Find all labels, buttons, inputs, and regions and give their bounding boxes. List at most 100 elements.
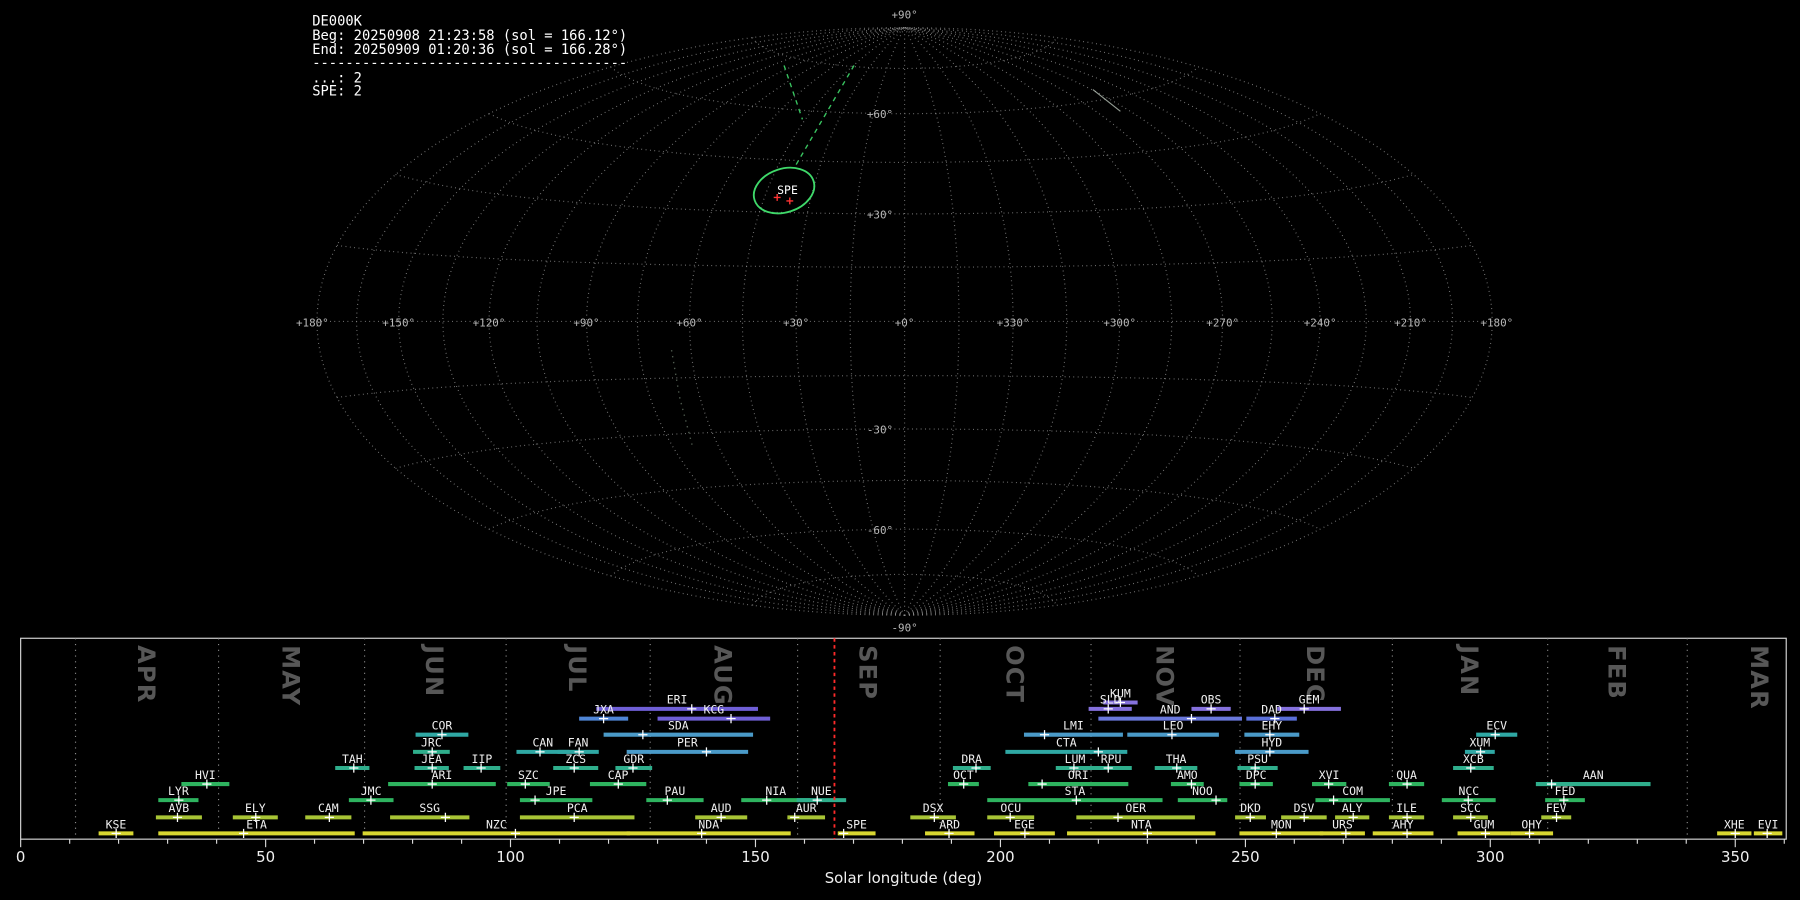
ecliptic-latitude-label: +30°	[867, 208, 893, 221]
spe-meteor-trail	[793, 65, 855, 168]
shower-code-label: XUM	[1469, 736, 1490, 750]
axis-tick-label: 100	[496, 848, 524, 866]
axis-tick-label: 50	[256, 848, 275, 866]
shower-code-label: KCG	[703, 702, 724, 716]
meteor-trails	[670, 65, 1121, 446]
graticule-parallel	[751, 573, 1058, 606]
shower-code-label: URS	[1332, 817, 1353, 831]
shower-code-label: THA	[1166, 752, 1187, 766]
shower-code-label: COR	[432, 719, 453, 733]
shower-code-label: XVI	[1319, 768, 1340, 782]
shower-peak-mark	[701, 747, 712, 757]
shower-code-label: OHY	[1521, 817, 1542, 831]
ecliptic-longitude-label: +0°	[895, 317, 915, 330]
axis-tick-label: 300	[1476, 848, 1504, 866]
shower-code-label: QUA	[1396, 768, 1417, 782]
shower-code-label: HVI	[195, 768, 216, 782]
shower-code-label: CAP	[608, 768, 629, 782]
shower-code-label: FAN	[568, 736, 589, 750]
shower-code-label: OCU	[1000, 801, 1021, 815]
ecliptic-longitude-label: +300°	[1103, 317, 1136, 330]
shower-peak-mark	[1186, 714, 1197, 724]
shower-code-label: PSU	[1247, 752, 1268, 766]
ecliptic-longitude-label: +270°	[1206, 317, 1239, 330]
month-label: JUL	[563, 643, 591, 692]
shower-code-label: ECV	[1486, 719, 1507, 733]
shower-code-label: DSX	[923, 801, 944, 815]
ecliptic-longitude-label: +150°	[382, 317, 415, 330]
shower-code-label: SCC	[1460, 801, 1481, 815]
shower-code-label: NTA	[1131, 817, 1152, 831]
graticule-meridian	[904, 26, 1454, 616]
shower-code-label: CAN	[533, 736, 554, 750]
axis-tick-label: 200	[986, 848, 1014, 866]
shower-code-label: DSV	[1294, 801, 1315, 815]
shower-code-label: FEV	[1546, 801, 1567, 815]
shower-code-label: DPC	[1246, 768, 1267, 782]
shower-code-label: SLD	[1100, 693, 1121, 707]
shower-code-label: JRC	[421, 736, 442, 750]
graticule-parallel	[488, 113, 1321, 164]
shower-code-label: ARI	[432, 768, 453, 782]
shower-code-label: ETA	[246, 817, 267, 831]
shower-code-label: COM	[1342, 784, 1363, 798]
shower-code-label: OCT	[953, 768, 974, 782]
ecliptic-latitude-label: -30°	[867, 424, 893, 437]
spe-meteor-trail	[783, 65, 804, 120]
shower-code-label: GEM	[1299, 693, 1320, 707]
shower-code-label: LEO	[1163, 719, 1184, 733]
graticule-meridian	[442, 26, 905, 616]
axis-tick-label: 250	[1231, 848, 1259, 866]
graticule-parallel	[395, 173, 1414, 215]
shower-code-label: CTA	[1056, 736, 1077, 750]
month-label: OCT	[1000, 645, 1028, 703]
ecliptic-latitude-label: +60°	[867, 108, 893, 121]
radiant-meteor-mark	[786, 197, 794, 205]
shower-peak-mark	[1037, 779, 1047, 789]
month-label: AUG	[709, 645, 737, 706]
month-label: MAY	[276, 645, 304, 706]
shower-code-label: NIA	[765, 784, 786, 798]
shower-peak-mark	[530, 795, 540, 805]
spe-radiant-group: SPE	[752, 166, 816, 215]
ecliptic-longitude-label: +60°	[676, 317, 702, 330]
ecliptic-latitude-label: -60°	[867, 524, 893, 537]
shower-code-label: DAD	[1261, 702, 1282, 716]
spe-count: SPE: 2	[312, 83, 362, 99]
shower-code-label: MON	[1271, 817, 1292, 831]
shower-code-label: JMC	[361, 784, 382, 798]
shower-code-label: KSE	[106, 817, 127, 831]
shower-peak-mark	[726, 714, 736, 724]
sky-and-timeline-canvas: +180° +150° +120° +90° +60° +30° +0° +330° +300°…	[16, 8, 1787, 887]
radiant-code-label: SPE	[777, 183, 798, 197]
shower-code-label: NCC	[1458, 784, 1479, 798]
shower-code-label: IIP	[472, 752, 493, 766]
month-label: JAN	[1455, 643, 1483, 696]
month-label: APR	[132, 645, 160, 703]
shower-peak-mark	[510, 828, 521, 839]
ecliptic-longitude-label: +180°	[1480, 317, 1513, 330]
info-separator: --------------------------------------	[312, 56, 627, 72]
shower-code-label: OBS	[1201, 693, 1222, 707]
shower-peak-mark	[440, 812, 451, 822]
radiant-map-app: +180° +150° +120° +90° +60° +30° +0° +330° +300°…	[0, 0, 1800, 900]
shower-code-label: ARD	[939, 817, 960, 831]
shower-code-label: EHY	[1261, 719, 1282, 733]
axis-tick-label: 150	[741, 848, 769, 866]
ecliptic-longitude-label: +210°	[1394, 317, 1427, 330]
shower-code-label: HYD	[1261, 736, 1282, 750]
month-label: JUN	[420, 643, 448, 697]
shower-code-label: LMI	[1063, 719, 1084, 733]
shower-code-label: SSG	[419, 801, 440, 815]
shower-code-label: CAM	[318, 801, 339, 815]
shower-activity-timeline: APR MAY JUN JUL AUG SEP OCT NOV DEC JAN FEB MAR0 50 1…	[16, 637, 1787, 887]
shower-code-label: AUD	[711, 801, 732, 815]
shower-peak-mark	[1113, 812, 1123, 822]
north-pole-label: +90°	[891, 8, 917, 21]
south-pole-label: -90°	[891, 621, 917, 634]
shower-peak-mark	[1328, 795, 1339, 805]
shower-code-label: STA	[1065, 784, 1086, 798]
shower-code-label: NOO	[1192, 784, 1213, 798]
shower-code-label: SDA	[668, 719, 689, 733]
shower-code-label: PAU	[665, 784, 686, 798]
